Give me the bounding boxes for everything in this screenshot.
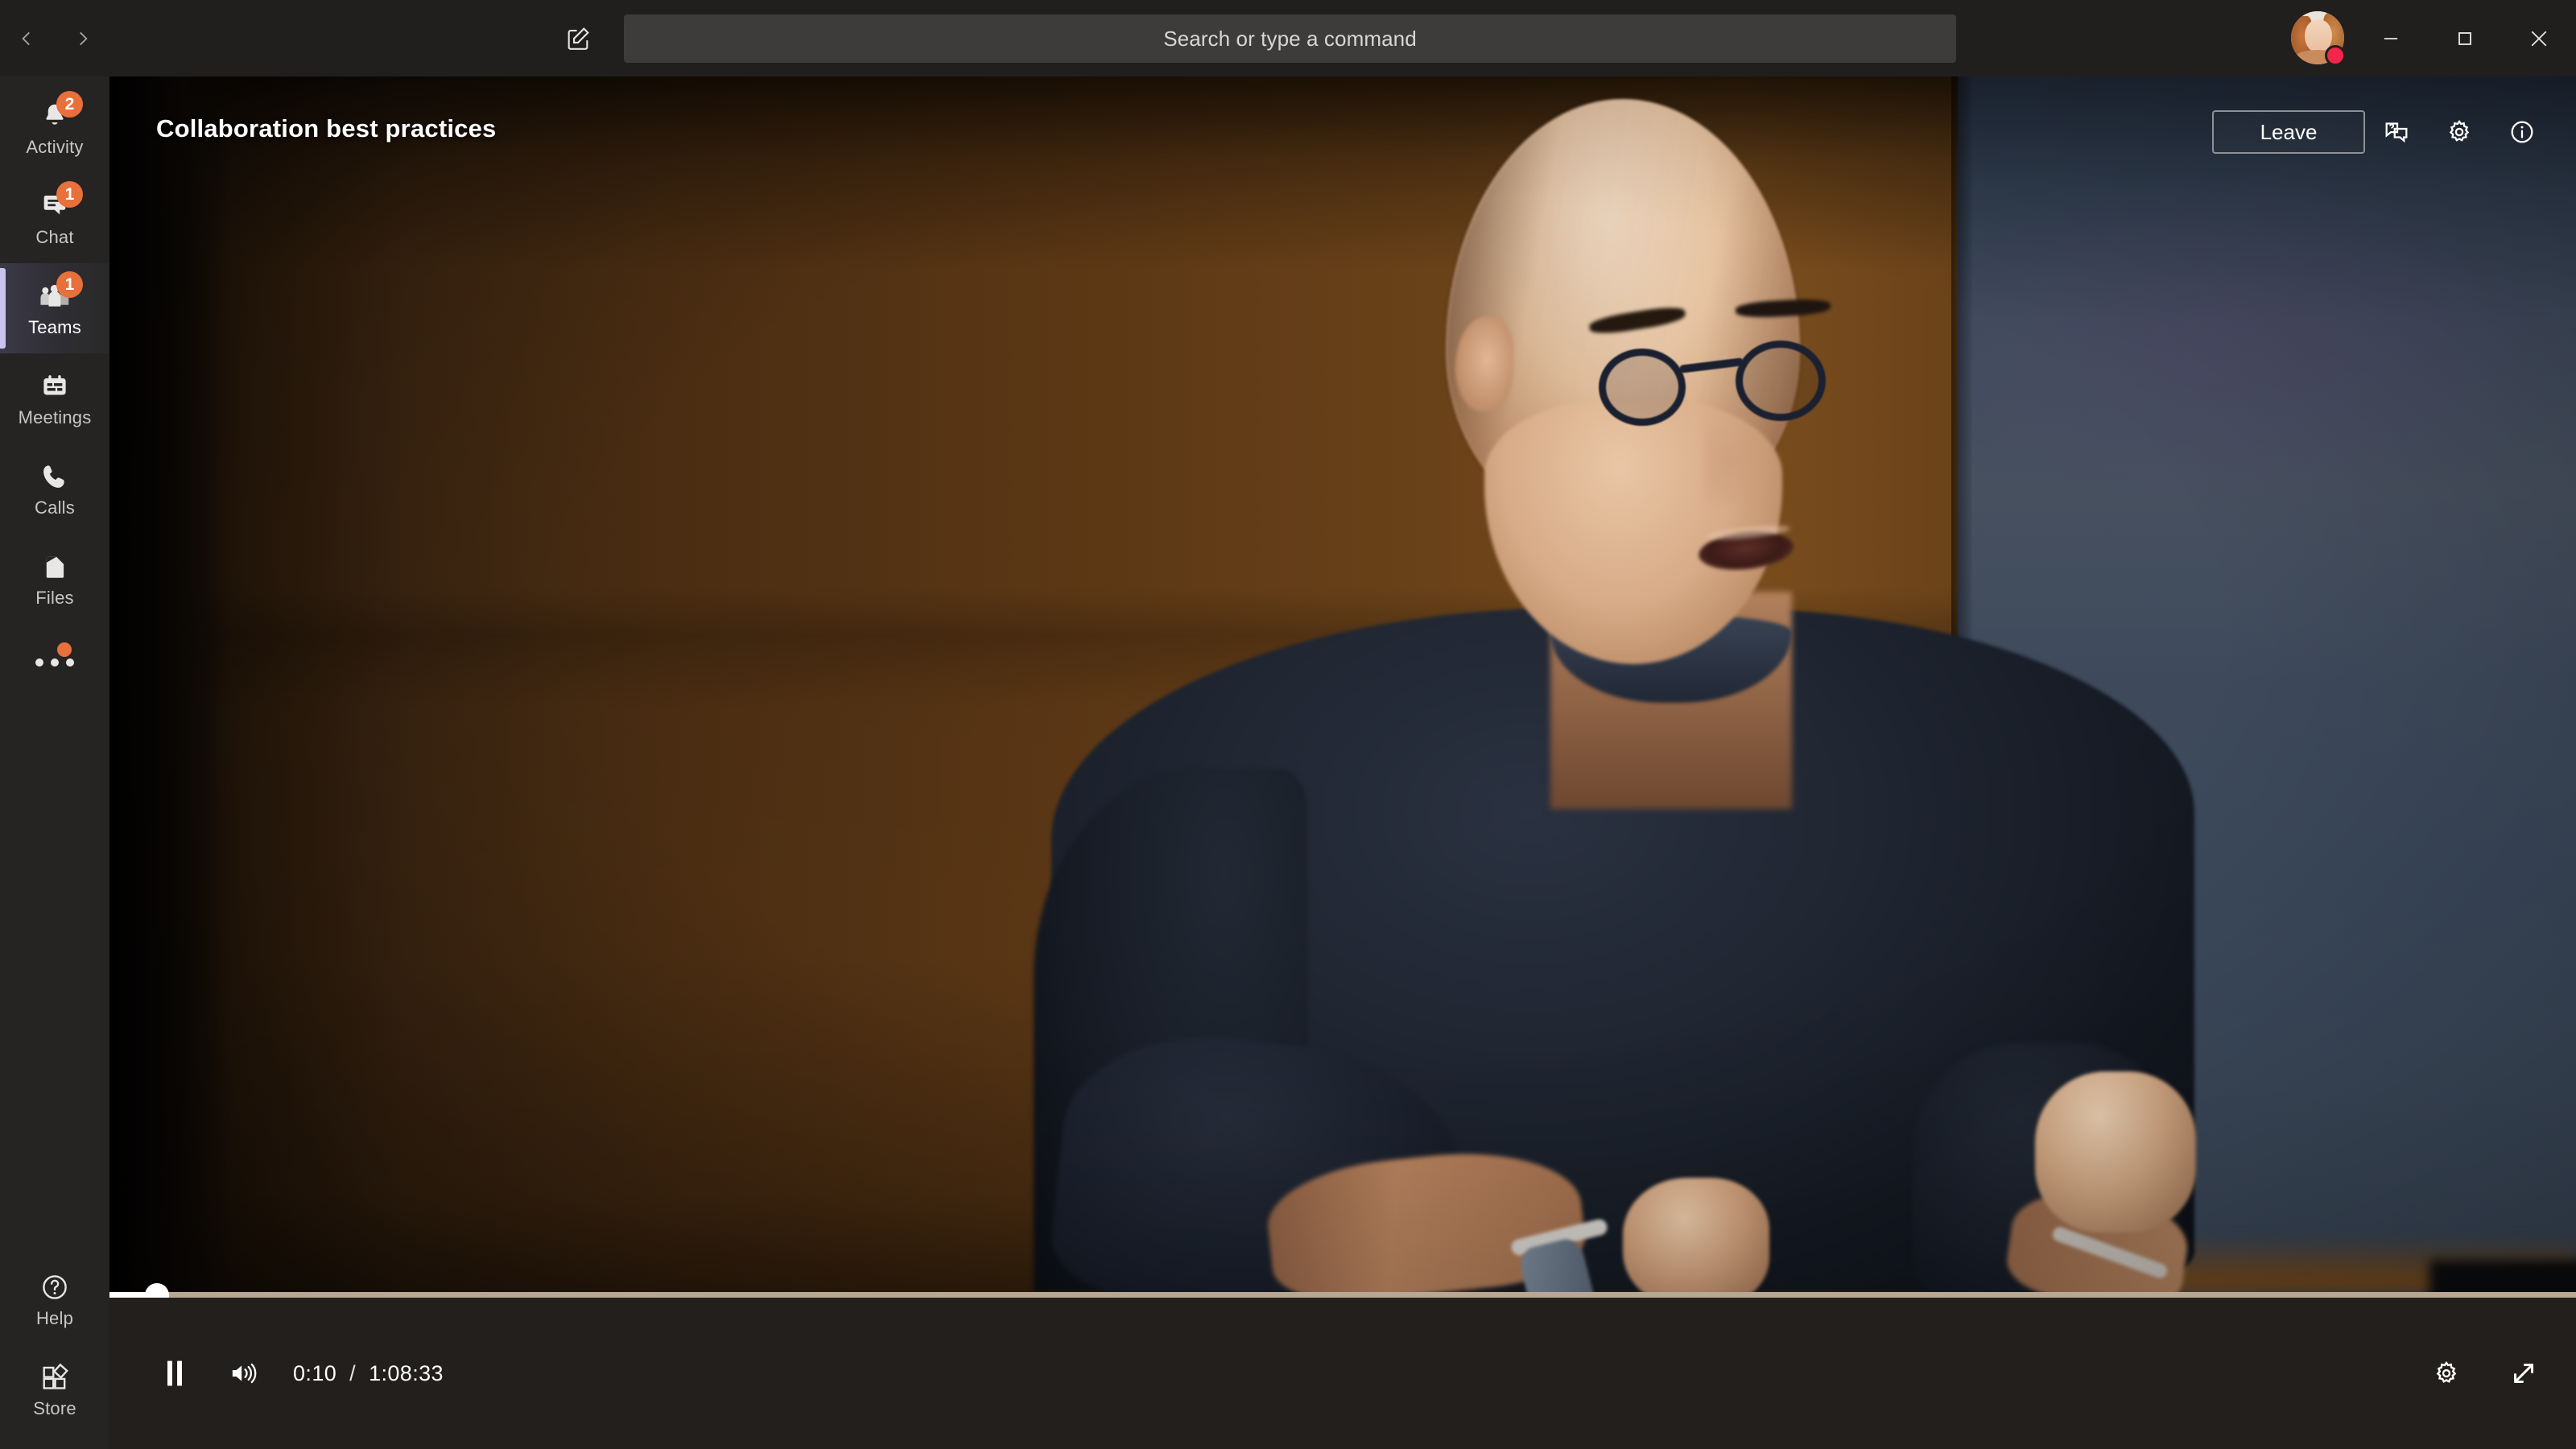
meeting-stage: Collaboration best practices Leave 0:10 … <box>109 76 2576 1449</box>
sidebar-item-calls[interactable]: Calls <box>0 444 109 534</box>
video-speaker <box>109 76 2576 1292</box>
sidebar-item-chat[interactable]: 1 Chat <box>0 173 109 263</box>
window-controls <box>2354 0 2576 76</box>
minimize-button[interactable] <box>2354 0 2428 76</box>
pause-icon[interactable] <box>143 1342 206 1405</box>
window-titlebar: Search or type a command <box>0 0 2576 76</box>
sidebar-item-more[interactable] <box>0 624 109 701</box>
more-new-dot-badge <box>57 642 72 657</box>
sidebar-item-label: Help <box>35 1307 74 1328</box>
sidebar-item-label: Store <box>33 1397 76 1418</box>
playback-time: 0:10 / 1:08:33 <box>293 1361 444 1386</box>
sidebar-secondary-items: Help Store <box>0 1254 109 1449</box>
question-circle-icon <box>36 1270 73 1304</box>
back-button[interactable] <box>9 21 44 56</box>
teams-badge: 1 <box>56 270 83 298</box>
player-right-controls <box>2421 1348 2576 1398</box>
fullscreen-expand-icon[interactable] <box>2499 1348 2549 1398</box>
sidebar-item-label: Teams <box>28 316 81 337</box>
sidebar-item-activity[interactable]: 2 Activity <box>0 83 109 173</box>
speaker-ear <box>1455 316 1513 411</box>
sidebar-item-label: Activity <box>26 136 84 157</box>
sidebar-primary-items: 2 Activity 1 Chat 1 Teams Meetings Calls… <box>0 76 109 701</box>
player-bar: 0:10 / 1:08:33 <box>109 1298 2576 1449</box>
sidebar-item-meetings[interactable]: Meetings <box>0 353 109 444</box>
app-sidebar: 2 Activity 1 Chat 1 Teams Meetings Calls… <box>0 76 109 1449</box>
ellipsis-icon <box>35 642 74 679</box>
leave-button-label: Leave <box>2260 119 2318 144</box>
presence-status-badge <box>2325 45 2346 66</box>
speaker-hand-left <box>1623 1178 1769 1292</box>
qna-chat-icon[interactable] <box>2365 110 2428 154</box>
sidebar-item-label: Meetings <box>18 407 92 427</box>
search-input[interactable]: Search or type a command <box>624 14 1956 63</box>
shared-video-content[interactable]: Collaboration best practices Leave <box>109 76 2576 1292</box>
chat-badge: 1 <box>56 180 83 208</box>
sidebar-item-store[interactable]: Store <box>0 1344 109 1435</box>
history-navigation <box>0 0 109 76</box>
playback-progress-bar[interactable] <box>109 1283 2576 1307</box>
sidebar-item-label: Files <box>35 587 74 608</box>
sidebar-item-label: Chat <box>35 226 74 247</box>
people-icon: 1 <box>36 270 83 313</box>
leave-button[interactable]: Leave <box>2212 110 2365 154</box>
glasses-bridge <box>1678 357 1744 374</box>
activity-badge: 2 <box>56 90 83 118</box>
total-duration: 1:08:33 <box>369 1360 444 1385</box>
meeting-action-bar: Leave <box>2212 110 2553 154</box>
bell-icon: 2 <box>36 90 83 133</box>
speaker-nose <box>1703 398 1776 503</box>
meeting-info-circle-icon[interactable] <box>2491 110 2553 154</box>
avatar[interactable] <box>2291 11 2346 66</box>
player-settings-gear-icon[interactable] <box>2421 1348 2471 1398</box>
video-player-controls: 0:10 / 1:08:33 <box>109 1283 2576 1449</box>
compose-new-chat-icon[interactable] <box>559 19 597 58</box>
search-placeholder: Search or type a command <box>1163 26 1417 51</box>
volume-high-icon[interactable] <box>213 1342 275 1405</box>
store-grid-icon <box>36 1360 73 1394</box>
meeting-settings-gear-icon[interactable] <box>2428 110 2491 154</box>
forward-button[interactable] <box>65 21 101 56</box>
sidebar-item-label: Calls <box>35 497 75 518</box>
current-time: 0:10 <box>293 1360 337 1385</box>
chat-bubble-icon: 1 <box>36 180 83 223</box>
calendar-icon <box>36 369 73 403</box>
sidebar-item-teams[interactable]: 1 Teams <box>0 263 109 353</box>
glasses-lens-left <box>1599 349 1686 426</box>
phone-icon <box>36 460 73 493</box>
sidebar-item-help[interactable]: Help <box>0 1254 109 1344</box>
speaker-hand-right <box>2035 1071 2196 1232</box>
time-separator: / <box>349 1360 357 1385</box>
maximize-button[interactable] <box>2428 0 2502 76</box>
sidebar-item-files[interactable]: Files <box>0 534 109 624</box>
page-title: Collaboration best practices <box>156 114 497 142</box>
file-icon <box>36 550 73 584</box>
close-button[interactable] <box>2502 0 2576 76</box>
